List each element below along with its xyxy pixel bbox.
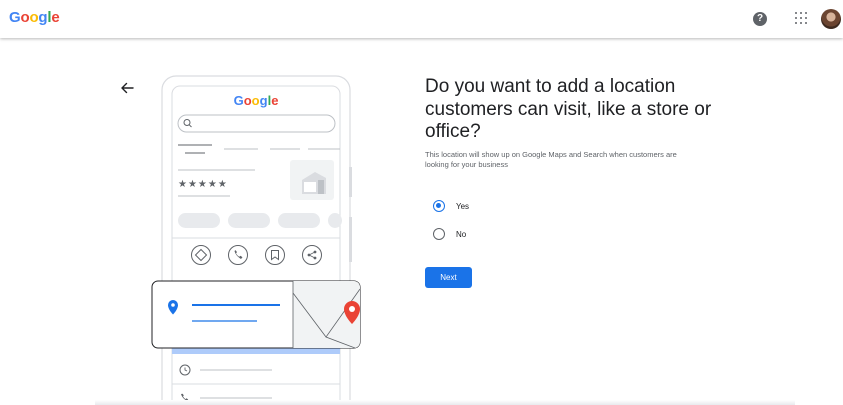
rating-stars: ★★★★★ [178, 179, 228, 190]
logo-letter: g [38, 9, 48, 26]
account-avatar[interactable] [821, 9, 841, 29]
radio-no[interactable] [433, 228, 445, 240]
back-arrow-icon[interactable] [119, 80, 135, 96]
listing-illustration: Google ★★★★★ [151, 75, 361, 405]
google-logo[interactable]: Google [9, 9, 60, 26]
radio-yes[interactable] [433, 200, 445, 212]
next-button[interactable]: Next [425, 267, 472, 288]
logo-letter: o [20, 9, 30, 26]
question-description: This location will show up on Google Map… [425, 150, 677, 169]
bottom-divider [95, 400, 795, 405]
option-yes[interactable]: Yes [433, 199, 469, 213]
apps-grid-icon[interactable] [795, 12, 807, 24]
option-no[interactable]: No [433, 227, 466, 241]
logo-letter: o [29, 9, 39, 26]
logo-letter: G [9, 9, 21, 26]
option-label: Yes [456, 201, 470, 211]
page-question: Do you want to add a location customers … [425, 76, 712, 142]
help-icon[interactable]: ? [753, 12, 767, 26]
logo-letter: e [51, 9, 60, 26]
phone-logo-text: Google [234, 93, 279, 108]
top-app-bar: Google ? [0, 0, 843, 38]
option-label: No [456, 229, 467, 239]
